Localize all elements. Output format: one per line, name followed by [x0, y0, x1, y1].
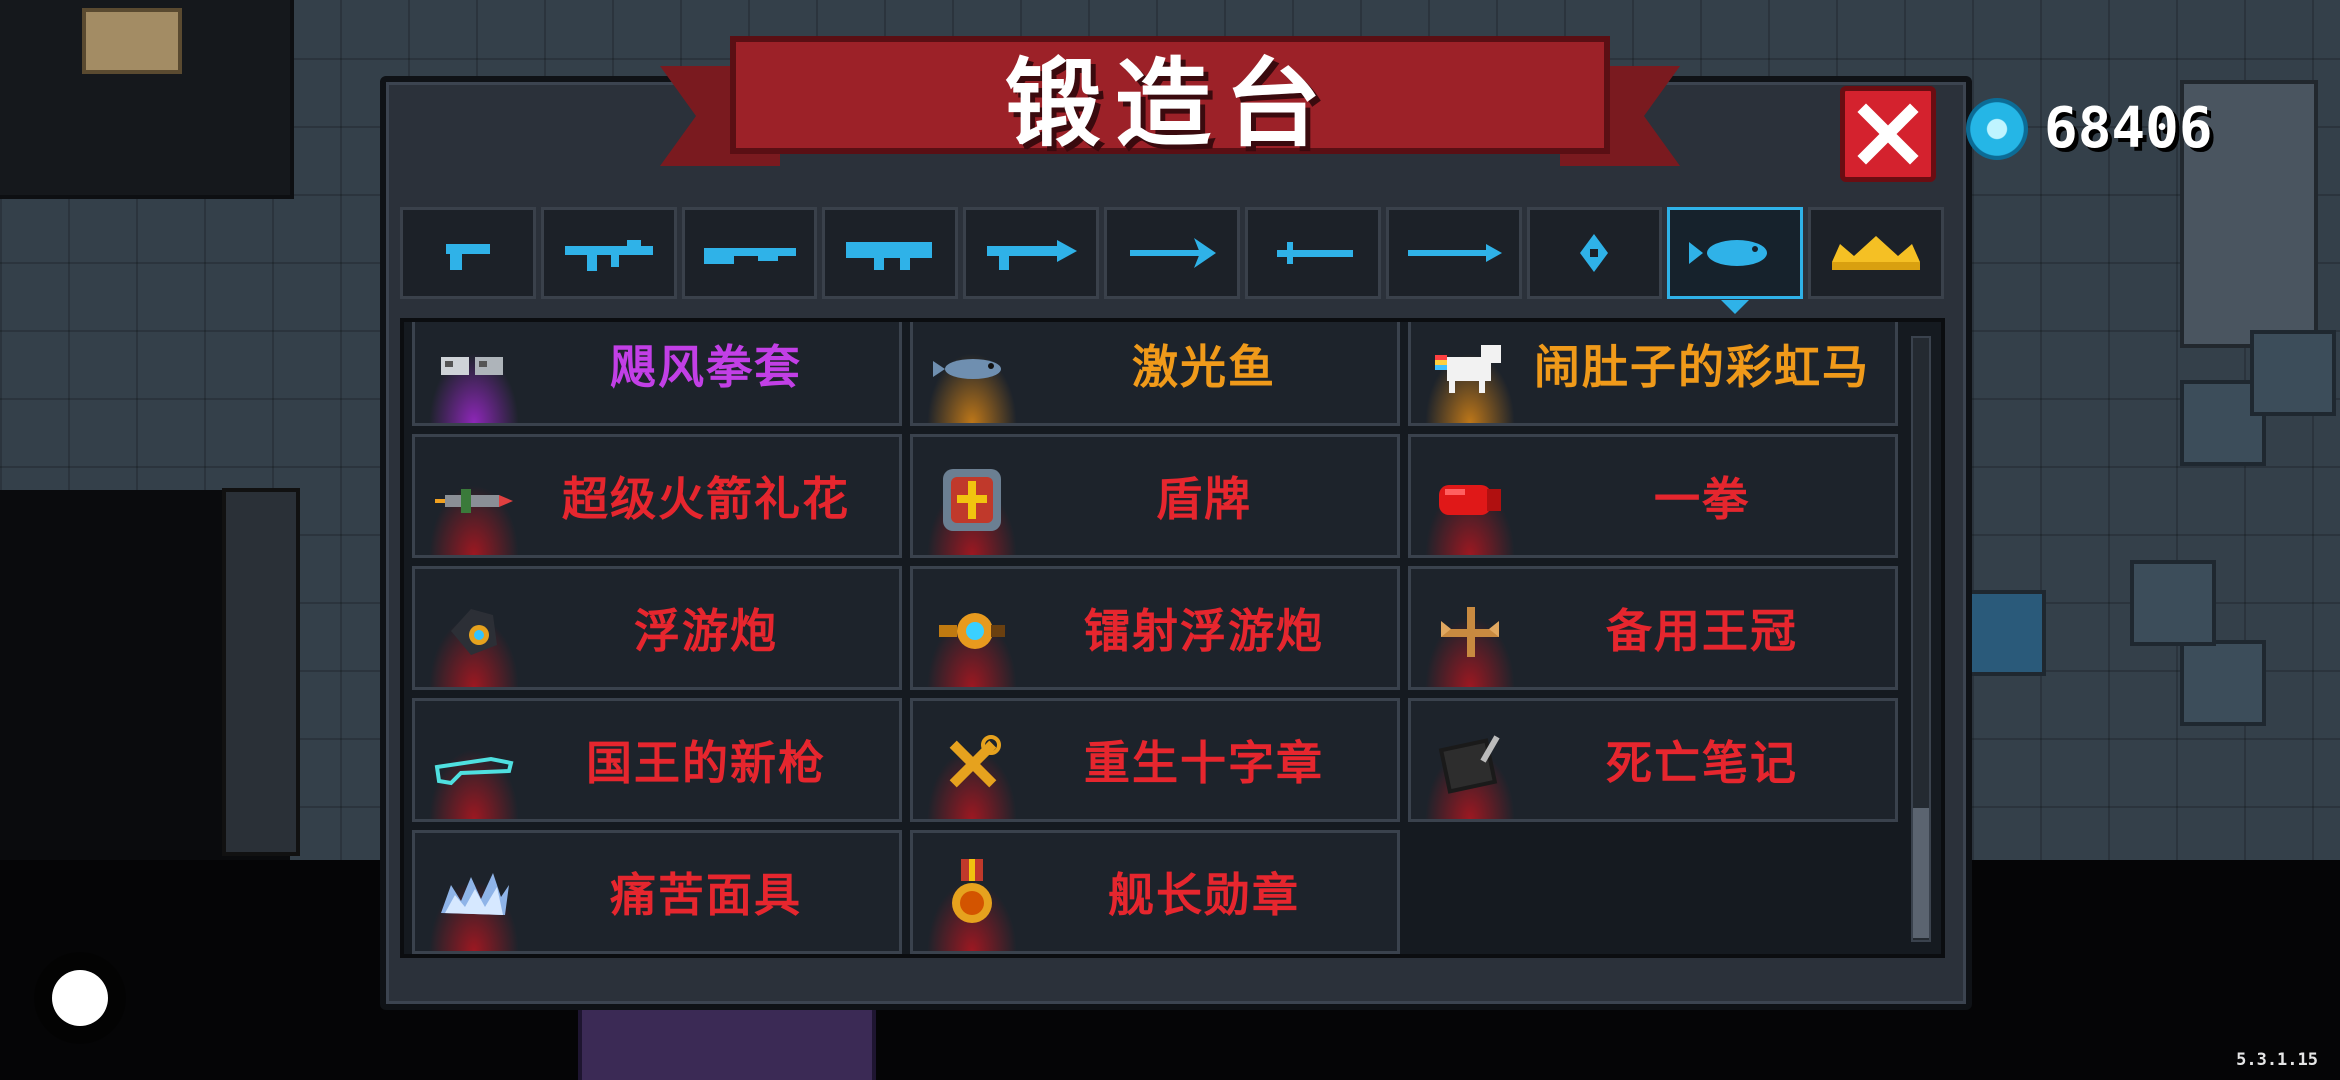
- version-label: 5.3.1.15: [2236, 1050, 2318, 1070]
- item-label: 重生十字章: [1084, 736, 1324, 790]
- staff-icon: [1580, 234, 1609, 272]
- crate: [2180, 640, 2266, 726]
- tab-laser[interactable]: [963, 207, 1100, 299]
- tab-shotgun[interactable]: [681, 207, 818, 299]
- crate: [2250, 330, 2336, 416]
- item-label: 超级火箭礼花: [562, 472, 850, 526]
- list-item[interactable]: 重生十字章: [910, 698, 1400, 822]
- rainbow-horse-icon: [1427, 327, 1513, 407]
- gem-amount: 68406: [2044, 96, 2213, 161]
- list-item[interactable]: 痛苦面具: [412, 830, 902, 954]
- gem-icon: [1966, 97, 2028, 160]
- scrollbar[interactable]: [1911, 336, 1931, 942]
- revive-cross-icon: [929, 723, 1015, 803]
- laser-fish-icon: [929, 327, 1015, 407]
- crown-icon: [1832, 236, 1921, 270]
- active-tab-indicator: [1721, 300, 1750, 314]
- item-label: 死亡笔记: [1606, 736, 1798, 790]
- spare-crown-icon: [1427, 591, 1513, 671]
- pillar: [222, 488, 300, 856]
- list-item[interactable]: 超级火箭礼花: [412, 434, 902, 558]
- tab-sword[interactable]: [1244, 207, 1381, 299]
- list-item[interactable]: 闹肚子的彩虹马: [1408, 322, 1898, 426]
- list-item[interactable]: 备用王冠: [1408, 566, 1898, 690]
- pistol-icon: [445, 244, 490, 270]
- item-label: 国王的新枪: [586, 736, 826, 790]
- tab-spear[interactable]: [1385, 207, 1522, 299]
- list-item[interactable]: 一拳: [1408, 434, 1898, 558]
- list-item[interactable]: 死亡笔记: [1408, 698, 1898, 822]
- shield-icon: [929, 459, 1015, 539]
- list-item[interactable]: 飓风拳套: [412, 322, 902, 426]
- spear-icon: [1407, 244, 1502, 262]
- laser-drone-icon: [929, 591, 1015, 671]
- item-label: 飓风拳套: [610, 340, 802, 394]
- launcher-icon: [846, 242, 933, 270]
- rifle-icon: [564, 240, 653, 271]
- item-grid: 飓风拳套 激光鱼 闹肚子的彩虹马超级火箭礼花 盾牌 一拳浮游炮 镭射浮游炮 备用王冠国王的新…: [412, 322, 1900, 954]
- close-button[interactable]: [1840, 86, 1936, 182]
- tab-fish[interactable]: [1667, 207, 1804, 314]
- sword-icon: [1276, 242, 1353, 264]
- kings-gun-icon: [431, 723, 517, 803]
- item-list[interactable]: 飓风拳套 激光鱼 闹肚子的彩虹马超级火箭礼花 盾牌 一拳浮游炮 镭射浮游炮 备用王冠国王的新…: [400, 318, 1945, 958]
- list-item[interactable]: 浮游炮: [412, 566, 902, 690]
- category-tabs: [400, 207, 1944, 314]
- list-item[interactable]: 国王的新枪: [412, 698, 902, 822]
- terminal: [1960, 590, 2046, 676]
- tab-rifle[interactable]: [540, 207, 677, 299]
- tab-bow[interactable]: [1104, 207, 1240, 299]
- tab-launcher[interactable]: [822, 207, 959, 299]
- tab-pistol[interactable]: [400, 207, 536, 299]
- laser-icon: [987, 240, 1078, 270]
- page-title: 锻造台: [1005, 47, 1335, 160]
- item-label: 舰长勋章: [1108, 868, 1300, 922]
- item-label: 激光鱼: [1132, 340, 1276, 394]
- crate: [2130, 560, 2216, 646]
- title-banner: 锻造台: [660, 30, 1680, 170]
- bow-icon: [1129, 238, 1216, 268]
- doorway: [578, 1000, 876, 1080]
- item-label: 盾牌: [1156, 472, 1252, 526]
- scroll-thumb[interactable]: [1913, 808, 1929, 938]
- tab-staff[interactable]: [1526, 207, 1663, 299]
- item-label: 镭射浮游炮: [1084, 604, 1324, 658]
- fish-icon: [1689, 240, 1768, 266]
- item-label: 备用王冠: [1606, 604, 1798, 658]
- gem-counter: 68406: [1966, 96, 2213, 161]
- ribbon: 锻造台: [730, 36, 1610, 160]
- list-item[interactable]: 激光鱼: [910, 322, 1400, 426]
- list-item[interactable]: 舰长勋章: [910, 830, 1400, 954]
- tab-crown[interactable]: [1808, 207, 1944, 299]
- close-icon: [1857, 103, 1919, 165]
- floating-cannon-icon: [431, 591, 517, 671]
- death-note-icon: [1427, 723, 1513, 803]
- punch-glove-icon: [1427, 459, 1513, 539]
- list-item[interactable]: 镭射浮游炮: [910, 566, 1400, 690]
- gauntlet-icon: [431, 327, 517, 407]
- item-label: 一拳: [1654, 472, 1750, 526]
- item-label: 浮游炮: [634, 604, 778, 658]
- item-label: 痛苦面具: [610, 868, 802, 922]
- joystick-knob[interactable]: [52, 970, 108, 1026]
- pain-mask-icon: [431, 855, 517, 935]
- notice-board: [82, 8, 182, 74]
- shotgun-icon: [703, 248, 796, 264]
- rocket-firework-icon: [431, 459, 517, 539]
- item-label: 闹肚子的彩虹马: [1534, 340, 1870, 394]
- captain-medal-icon: [929, 855, 1015, 935]
- list-item[interactable]: 盾牌: [910, 434, 1400, 558]
